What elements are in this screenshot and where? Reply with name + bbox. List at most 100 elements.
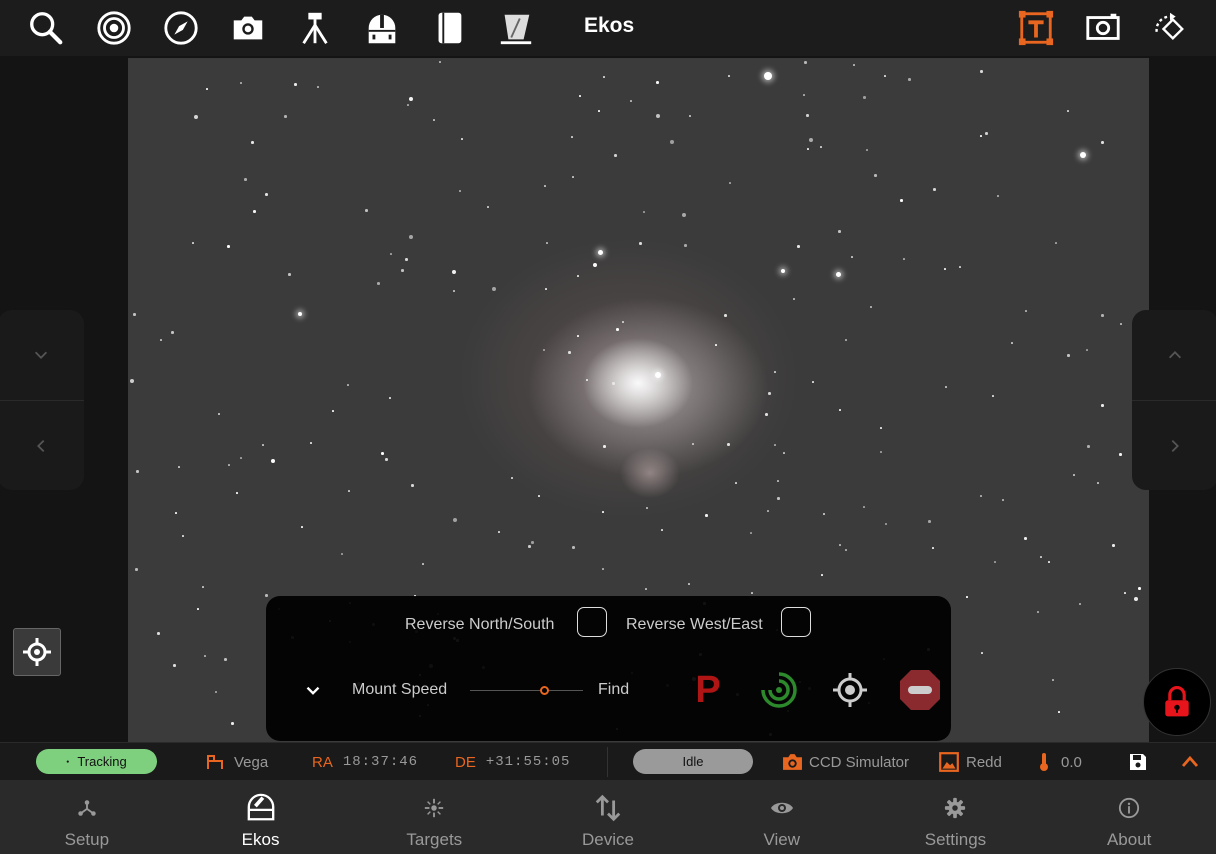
star	[823, 513, 825, 515]
text-overlay-icon[interactable]	[1014, 6, 1058, 50]
filter-info[interactable]: Redd	[938, 743, 1002, 781]
ekos-icon	[246, 793, 276, 822]
star	[1040, 556, 1042, 558]
chevron-up-button[interactable]	[1132, 310, 1216, 400]
star	[853, 64, 855, 66]
bright-star	[1080, 152, 1086, 158]
star	[603, 76, 605, 78]
nav-setup[interactable]: Setup	[0, 780, 174, 854]
star	[240, 457, 242, 459]
save-button[interactable]	[1128, 743, 1148, 781]
star	[390, 253, 392, 255]
mount-speed-slider[interactable]	[470, 690, 583, 691]
star	[768, 392, 771, 395]
reverse-we-checkbox[interactable]	[781, 607, 811, 637]
star	[630, 100, 632, 102]
nav-view[interactable]: View	[695, 780, 869, 854]
star	[194, 115, 198, 119]
rotate-icon[interactable]	[1148, 6, 1192, 50]
search-icon[interactable]	[24, 6, 68, 50]
nav-targets[interactable]: Targets	[347, 780, 521, 854]
unpark-button[interactable]	[756, 667, 802, 713]
lock-button[interactable]	[1143, 668, 1211, 736]
park-icon: P	[695, 668, 721, 711]
chevron-down-icon	[306, 686, 320, 695]
bright-star	[655, 372, 661, 378]
nav-settings[interactable]: Settings	[869, 780, 1043, 854]
about-icon	[1118, 794, 1140, 822]
star	[945, 386, 947, 388]
star	[980, 135, 982, 137]
star	[178, 466, 180, 468]
star	[783, 452, 785, 454]
chevron-down-icon	[34, 351, 48, 359]
star	[900, 199, 903, 202]
reverse-ns-label: Reverse North/South	[405, 616, 555, 633]
star	[227, 245, 230, 248]
star	[389, 397, 391, 399]
view-icon	[770, 794, 794, 822]
star	[271, 459, 275, 463]
device-icon	[593, 794, 623, 822]
star	[1058, 711, 1060, 713]
capture-status-badge: Idle	[633, 749, 753, 774]
star	[809, 138, 813, 142]
star	[765, 413, 768, 416]
star	[452, 270, 456, 274]
left-side-controls	[0, 310, 84, 490]
screenshot-icon[interactable]	[1081, 6, 1125, 50]
star	[284, 115, 287, 118]
star	[639, 242, 642, 245]
star	[806, 114, 809, 117]
target-info[interactable]: Vega	[205, 743, 268, 781]
nav-ekos[interactable]: Ekos	[174, 780, 348, 854]
tripod-icon[interactable]	[293, 6, 337, 50]
star	[880, 427, 882, 429]
camera-name: CCD Simulator	[809, 753, 910, 771]
goto-target-button[interactable]	[827, 667, 873, 713]
setup-icon	[76, 794, 98, 822]
compass-icon[interactable]	[159, 6, 203, 50]
star	[317, 86, 319, 88]
stop-button[interactable]	[897, 667, 943, 713]
star	[1024, 537, 1027, 540]
target-icon[interactable]	[92, 6, 136, 50]
center-target-button[interactable]	[13, 628, 61, 676]
camera-info[interactable]: CCD Simulator	[782, 743, 909, 781]
star	[498, 531, 500, 533]
star	[1037, 611, 1039, 613]
chevron-right-button[interactable]	[1132, 400, 1216, 490]
star	[612, 382, 615, 385]
observatory-icon[interactable]	[360, 6, 404, 50]
expand-status-button[interactable]	[1180, 743, 1200, 781]
nav-device[interactable]: Device	[521, 780, 695, 854]
star	[409, 97, 413, 101]
nav-about[interactable]: About	[1042, 780, 1216, 854]
status-divider	[607, 747, 608, 777]
temperature-info[interactable]: 0.0	[1034, 743, 1082, 781]
star	[1097, 482, 1099, 484]
star	[543, 349, 545, 351]
image-viewer[interactable]: Reverse North/South Reverse West/East Mo…	[0, 56, 1216, 742]
star	[347, 384, 349, 386]
star	[433, 119, 435, 121]
chevron-down-button[interactable]	[0, 310, 84, 400]
star	[1138, 587, 1141, 590]
reverse-ns-checkbox[interactable]	[577, 607, 607, 637]
filter-name: Redd	[966, 753, 1002, 771]
park-button[interactable]: P	[685, 667, 731, 713]
star	[231, 722, 234, 725]
nav-about-label: About	[1106, 830, 1152, 849]
collapse-button[interactable]	[302, 680, 324, 702]
mount-speed-slider-handle[interactable]	[540, 686, 549, 695]
chevron-up-icon	[1181, 755, 1199, 767]
chevron-left-button[interactable]	[0, 400, 84, 490]
star	[845, 549, 847, 551]
star	[645, 588, 647, 590]
star	[544, 185, 546, 187]
tracking-dot-icon: ●	[66, 758, 70, 765]
star	[1079, 603, 1081, 605]
camera-icon[interactable]	[226, 6, 270, 50]
notebook-icon[interactable]	[427, 6, 471, 50]
flat-panel-icon[interactable]	[494, 6, 538, 50]
